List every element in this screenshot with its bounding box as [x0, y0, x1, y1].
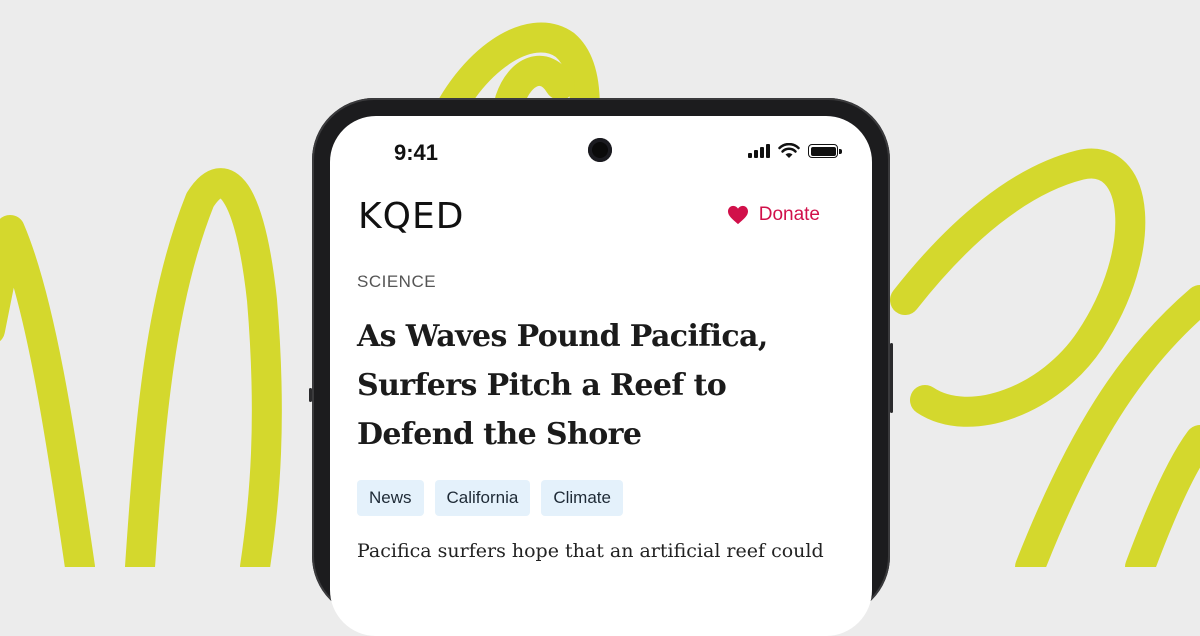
cellular-signal-icon	[748, 144, 770, 158]
donate-label: Donate	[758, 204, 820, 225]
kqed-logo[interactable]: KQED	[358, 196, 464, 237]
tag-climate[interactable]: Climate	[541, 480, 623, 516]
phone-screen: 9:41 KQED Donate SCIENCE As Waves Pound …	[330, 116, 872, 636]
donate-button[interactable]: Donate	[727, 204, 820, 226]
phone-power-button	[890, 343, 893, 413]
phone-side-button	[309, 388, 312, 402]
status-icons	[748, 143, 842, 159]
tag-california[interactable]: California	[434, 480, 531, 516]
wifi-icon	[778, 143, 800, 158]
status-time: 9:41	[394, 140, 439, 165]
article-headline: As Waves Pound Pacifica, Surfers Pitch a…	[357, 319, 768, 452]
phone-frame: 9:41 KQED Donate SCIENCE As Waves Pound …	[309, 98, 893, 636]
article-category[interactable]: SCIENCE	[357, 272, 436, 292]
front-camera	[588, 138, 612, 162]
tag-news[interactable]: News	[357, 480, 424, 516]
battery-icon	[808, 144, 842, 158]
heart-icon	[727, 205, 748, 225]
article-tags: News California Climate	[357, 480, 623, 516]
article-lede: Pacifica surfers hope that an artificial…	[357, 540, 824, 562]
